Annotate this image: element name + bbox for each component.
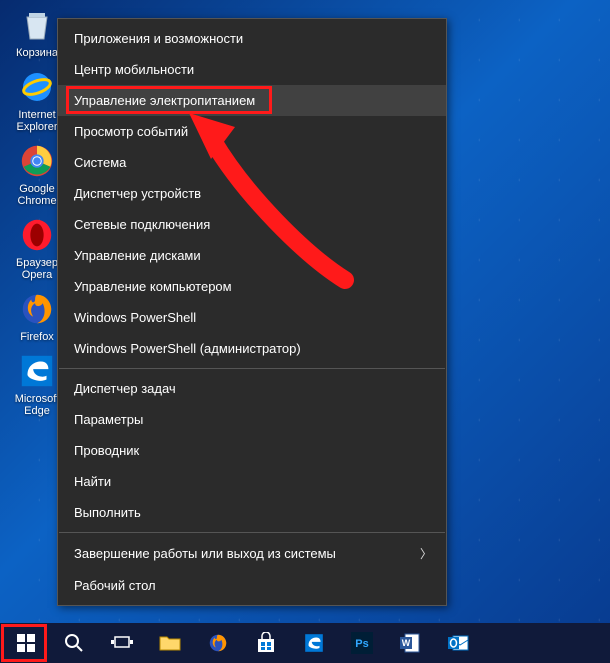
menu-item-run[interactable]: Выполнить bbox=[58, 497, 446, 528]
desktop-icon-label: Корзина bbox=[16, 47, 58, 59]
menu-item-label: Windows PowerShell bbox=[74, 310, 196, 325]
outlook-icon bbox=[447, 632, 469, 654]
menu-item-settings[interactable]: Параметры bbox=[58, 404, 446, 435]
taskbar-edge-button[interactable] bbox=[290, 623, 338, 663]
taskbar: Ps W bbox=[0, 623, 610, 663]
menu-separator bbox=[59, 532, 445, 533]
windows-icon bbox=[17, 634, 35, 652]
menu-item-label: Завершение работы или выход из системы bbox=[74, 546, 336, 561]
opera-icon bbox=[17, 215, 57, 255]
task-view-icon bbox=[111, 634, 133, 652]
desktop-icon-label: Firefox bbox=[20, 331, 54, 343]
menu-item-label: Выполнить bbox=[74, 505, 141, 520]
menu-item-label: Найти bbox=[74, 474, 111, 489]
taskbar-outlook-button[interactable] bbox=[434, 623, 482, 663]
firefox-icon bbox=[17, 289, 57, 329]
menu-item-label: Параметры bbox=[74, 412, 143, 427]
svg-text:W: W bbox=[402, 638, 411, 648]
menu-item-disk-management[interactable]: Управление дисками bbox=[58, 240, 446, 271]
taskbar-store-button[interactable] bbox=[242, 623, 290, 663]
menu-item-task-manager[interactable]: Диспетчер задач bbox=[58, 373, 446, 404]
menu-item-label: Система bbox=[74, 155, 126, 170]
menu-item-system[interactable]: Система bbox=[58, 147, 446, 178]
winx-context-menu: Приложения и возможности Центр мобильнос… bbox=[57, 18, 447, 606]
edge-icon bbox=[303, 632, 325, 654]
menu-item-event-viewer[interactable]: Просмотр событий bbox=[58, 116, 446, 147]
ie-icon bbox=[17, 67, 57, 107]
folder-icon bbox=[159, 634, 181, 652]
word-icon: W bbox=[399, 632, 421, 654]
menu-item-label: Диспетчер устройств bbox=[74, 186, 201, 201]
menu-item-mobility-center[interactable]: Центр мобильности bbox=[58, 54, 446, 85]
menu-item-explorer[interactable]: Проводник bbox=[58, 435, 446, 466]
taskbar-firefox-button[interactable] bbox=[194, 623, 242, 663]
taskbar-task-view-button[interactable] bbox=[98, 623, 146, 663]
menu-item-search[interactable]: Найти bbox=[58, 466, 446, 497]
menu-item-label: Проводник bbox=[74, 443, 139, 458]
taskbar-word-button[interactable]: W bbox=[386, 623, 434, 663]
taskbar-file-explorer-button[interactable] bbox=[146, 623, 194, 663]
menu-item-powershell-admin[interactable]: Windows PowerShell (администратор) bbox=[58, 333, 446, 364]
menu-item-power-options[interactable]: Управление электропитанием bbox=[58, 85, 446, 116]
menu-item-label: Диспетчер задач bbox=[74, 381, 176, 396]
menu-item-label: Центр мобильности bbox=[74, 62, 194, 77]
menu-item-label: Просмотр событий bbox=[74, 124, 188, 139]
firefox-icon bbox=[207, 632, 229, 654]
start-button[interactable] bbox=[2, 623, 50, 663]
menu-item-label: Windows PowerShell (администратор) bbox=[74, 341, 301, 356]
taskbar-photoshop-button[interactable]: Ps bbox=[338, 623, 386, 663]
menu-item-label: Управление электропитанием bbox=[74, 93, 255, 108]
chrome-icon bbox=[17, 141, 57, 181]
search-icon bbox=[64, 633, 84, 653]
menu-item-computer-management[interactable]: Управление компьютером bbox=[58, 271, 446, 302]
menu-item-network-connections[interactable]: Сетевые подключения bbox=[58, 209, 446, 240]
taskbar-search-button[interactable] bbox=[50, 623, 98, 663]
menu-item-label: Рабочий стол bbox=[74, 578, 156, 593]
recycle-bin-icon bbox=[17, 5, 57, 45]
edge-icon bbox=[17, 351, 57, 391]
menu-item-label: Управление компьютером bbox=[74, 279, 232, 294]
menu-item-apps-features[interactable]: Приложения и возможности bbox=[58, 23, 446, 54]
menu-item-label: Сетевые подключения bbox=[74, 217, 210, 232]
menu-item-desktop[interactable]: Рабочий стол bbox=[58, 570, 446, 601]
menu-item-label: Управление дисками bbox=[74, 248, 201, 263]
photoshop-icon: Ps bbox=[351, 632, 373, 654]
store-icon bbox=[255, 632, 277, 654]
menu-item-label: Приложения и возможности bbox=[74, 31, 243, 46]
menu-item-shutdown-signout[interactable]: Завершение работы или выход из системы 〉 bbox=[58, 537, 446, 570]
svg-text:Ps: Ps bbox=[355, 638, 368, 650]
chevron-right-icon: 〉 bbox=[420, 545, 432, 562]
menu-item-device-manager[interactable]: Диспетчер устройств bbox=[58, 178, 446, 209]
menu-separator bbox=[59, 368, 445, 369]
menu-item-powershell[interactable]: Windows PowerShell bbox=[58, 302, 446, 333]
